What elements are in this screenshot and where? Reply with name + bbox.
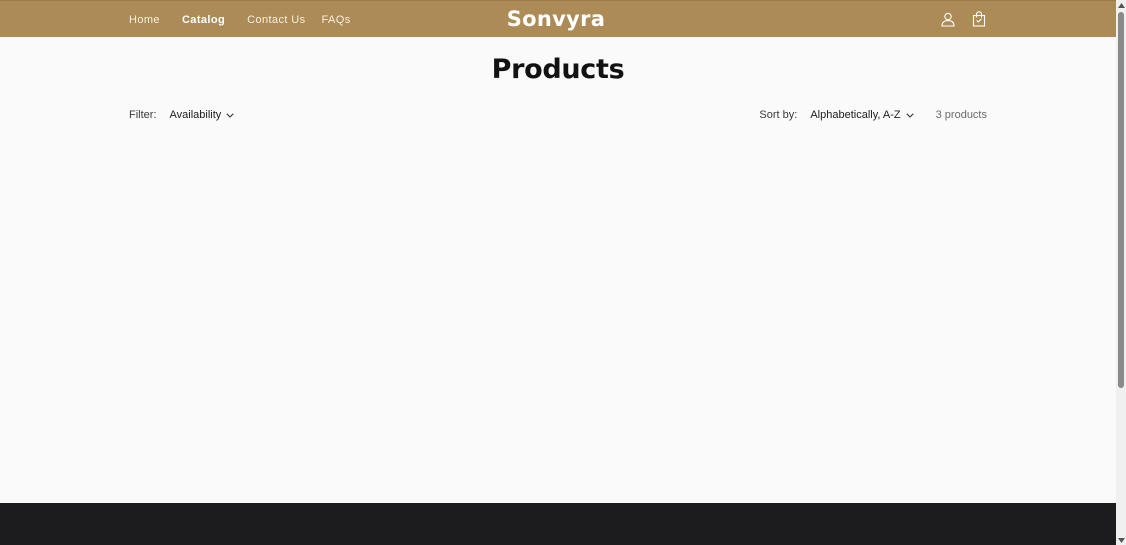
availability-filter-label: Availability xyxy=(169,109,222,121)
main-content: Products Filter: Availability Sort by: A… xyxy=(0,37,1116,503)
product-count: 3 products xyxy=(935,109,987,121)
site-footer xyxy=(0,503,1116,545)
sort-selected-value: Alphabetically, A-Z xyxy=(810,109,901,121)
availability-filter-dropdown[interactable]: Availability xyxy=(170,109,235,121)
account-icon[interactable] xyxy=(939,10,957,28)
scroll-up-arrow-icon[interactable] xyxy=(1117,1,1125,9)
scrollbar-thumb[interactable] xyxy=(1118,12,1124,388)
sort-label: Sort by: xyxy=(759,109,798,121)
page: Home Catalog Contact Us FAQs Sonvyra Pro… xyxy=(0,0,1126,545)
header-icons xyxy=(939,10,988,28)
scroll-down-arrow-icon[interactable] xyxy=(1117,536,1125,544)
chevron-down-icon xyxy=(906,112,914,118)
sort-dropdown[interactable]: Alphabetically, A-Z xyxy=(810,109,914,121)
vertical-scrollbar[interactable] xyxy=(1116,0,1126,545)
page-title: Products xyxy=(491,54,625,85)
site-header: Home Catalog Contact Us FAQs Sonvyra xyxy=(0,0,1116,37)
facets-toolbar: Filter: Availability Sort by: Alphabetic… xyxy=(129,107,987,123)
cart-icon[interactable] xyxy=(970,10,988,28)
filter-label: Filter: xyxy=(129,109,157,121)
chevron-down-icon xyxy=(226,112,234,118)
